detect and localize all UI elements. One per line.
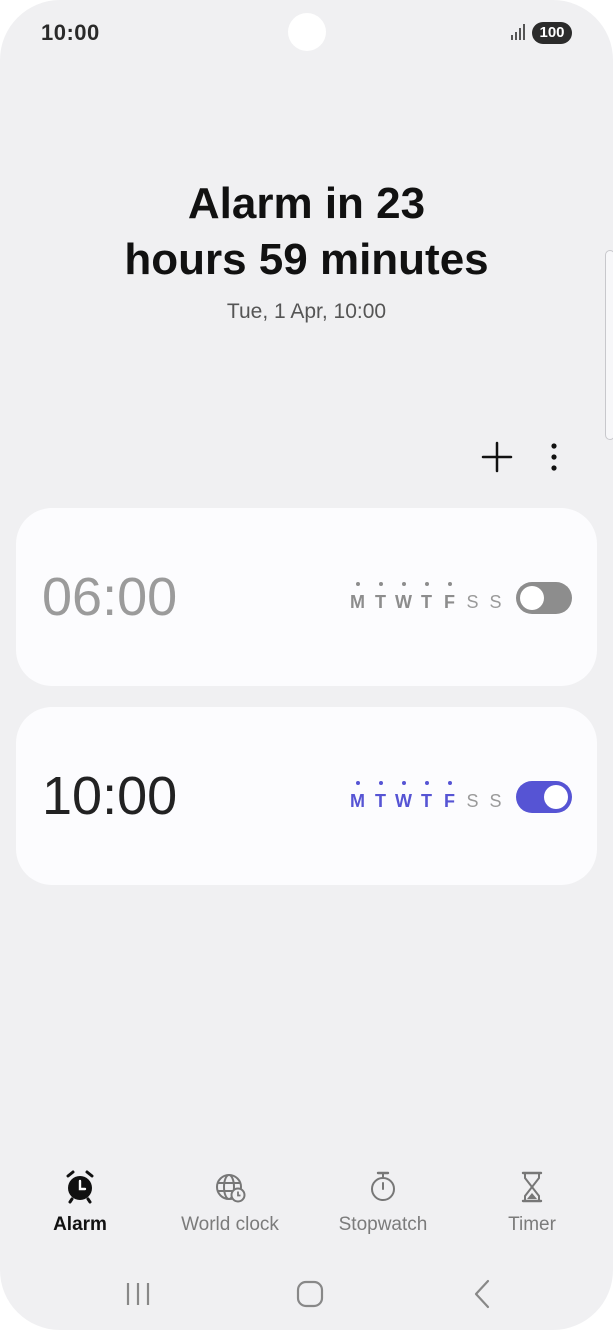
day-label: M [350, 592, 365, 612]
alarm-countdown-line2: hours 59 minutes [124, 235, 489, 284]
day-label: S [466, 592, 479, 612]
alarm-repeat-days: M T W T F S S [348, 580, 505, 614]
day-selected-dot [355, 582, 360, 586]
day-label: F [444, 791, 455, 811]
day-label: T [375, 791, 386, 811]
home-icon[interactable] [290, 1274, 330, 1314]
day-selected-dot [355, 781, 360, 785]
day-label: W [395, 592, 412, 612]
day-indicator: W [394, 580, 413, 614]
more-options-icon[interactable] [536, 436, 572, 478]
toggle-knob [544, 785, 568, 809]
alarm-card[interactable]: 10:00 M T W T F S S [16, 707, 597, 885]
day-label: T [421, 791, 432, 811]
day-indicator: M [348, 779, 367, 813]
day-indicator: T [371, 779, 390, 813]
phone-screen: 10:00 100 Alarm in 23 hours 59 minutes T… [0, 0, 613, 1330]
hourglass-icon [521, 1171, 543, 1203]
day-indicator: T [371, 580, 390, 614]
day-selected-dot [401, 582, 406, 586]
day-label: F [444, 592, 455, 612]
day-label: W [395, 791, 412, 811]
day-label: T [421, 592, 432, 612]
day-indicator: S [486, 580, 505, 614]
tab-stopwatch[interactable]: Stopwatch [308, 1168, 458, 1236]
status-time: 10:00 [41, 20, 100, 45]
tab-world-clock[interactable]: World clock [155, 1168, 305, 1236]
camera-cutout [288, 13, 326, 51]
day-indicator: T [417, 580, 436, 614]
day-indicator: S [463, 779, 482, 813]
alarm-countdown-line1: Alarm in 23 [187, 179, 426, 228]
day-indicator: S [463, 580, 482, 614]
tab-label: World clock [181, 1214, 279, 1235]
day-selected-dot [447, 582, 452, 586]
back-icon[interactable] [462, 1274, 502, 1314]
day-selected-dot [424, 781, 429, 785]
alarm-toggle[interactable] [516, 582, 572, 614]
day-selected-dot [401, 781, 406, 785]
day-indicator: F [440, 580, 459, 614]
day-selected-dot [424, 582, 429, 586]
day-selected-dot [378, 582, 383, 586]
alarm-toggle[interactable] [516, 781, 572, 813]
alarm-countdown-title: Alarm in 23 hours 59 minutes [60, 176, 553, 288]
next-alarm-date: Tue, 1 Apr, 10:00 [226, 300, 387, 323]
day-indicator: W [394, 779, 413, 813]
tab-label: Timer [508, 1214, 556, 1235]
day-label: S [466, 791, 479, 811]
day-indicator: M [348, 580, 367, 614]
signal-icon [511, 24, 525, 40]
toggle-knob [520, 586, 544, 610]
day-selected-dot [447, 781, 452, 785]
edge-panel-handle[interactable] [605, 250, 613, 440]
day-label: S [489, 791, 502, 811]
alarm-card[interactable]: 06:00 M T W T F S S [16, 508, 597, 686]
globe-clock-icon [216, 1174, 246, 1203]
add-icon[interactable] [476, 436, 518, 478]
alarm-repeat-days: M T W T F S S [348, 779, 505, 813]
day-indicator: F [440, 779, 459, 813]
tab-timer[interactable]: Timer [457, 1168, 607, 1236]
battery-icon: 100 [532, 22, 572, 44]
tab-alarm[interactable]: Alarm [5, 1168, 155, 1236]
day-indicator: T [417, 779, 436, 813]
day-label: S [489, 592, 502, 612]
bottom-nav: Alarm World clock Stopwatch Timer [0, 1168, 613, 1248]
alarm-time: 10:00 [42, 766, 178, 826]
recent-apps-icon[interactable] [118, 1274, 158, 1314]
day-indicator: S [486, 779, 505, 813]
alarm-time: 06:00 [42, 567, 178, 627]
day-label: M [350, 791, 365, 811]
tab-label: Stopwatch [338, 1214, 428, 1235]
day-selected-dot [378, 781, 383, 785]
tab-label: Alarm [53, 1214, 107, 1235]
day-label: T [375, 592, 386, 612]
alarm-clock-icon [66, 1170, 94, 1204]
stopwatch-icon [371, 1171, 395, 1201]
